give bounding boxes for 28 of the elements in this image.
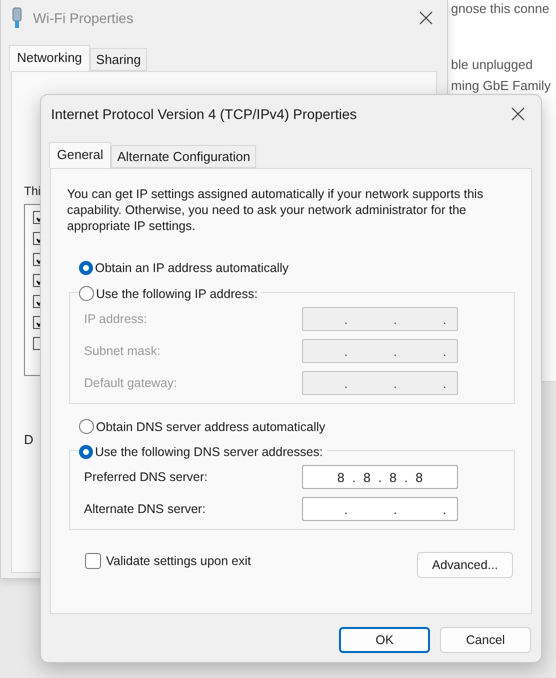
field-label: Preferred DNS server:: [84, 470, 209, 484]
status-text: ming GbE Family: [451, 78, 552, 94]
field-label: IP address:: [84, 312, 148, 326]
window-title: Wi-Fi Properties: [33, 10, 134, 26]
status-text: ble unplugged: [451, 57, 534, 73]
ip-address-field[interactable]: . . .: [302, 497, 458, 521]
validate-checkbox[interactable]: Validate settings upon exit: [85, 553, 252, 569]
description-text: You can get IP settings assigned automatically if your network supports this capability. Otherwise, you need to ask your network administrator for the appropriate IP settings.: [67, 186, 484, 234]
dialog-title: Internet Protocol Version 4 (TCP/IPv4) Properties: [51, 106, 358, 122]
list-heading: Thi: [24, 184, 41, 198]
tab[interactable]: Networking: [9, 45, 90, 71]
tab[interactable]: Sharing: [90, 48, 147, 71]
dialog-button[interactable]: Cancel: [440, 627, 531, 653]
close-icon[interactable]: [511, 107, 525, 121]
tab[interactable]: Alternate Configuration: [111, 145, 256, 168]
radio-option[interactable]: Use the following IP address:: [79, 286, 262, 301]
tab[interactable]: General: [49, 142, 112, 168]
dialog-button[interactable]: OK: [339, 627, 430, 653]
close-icon[interactable]: [419, 11, 433, 25]
status-text: gnose this conne: [451, 1, 550, 17]
adapter-icon: [11, 7, 23, 29]
advanced-button[interactable]: Advanced...: [416, 552, 513, 578]
field-label: Alternate DNS server:: [84, 502, 207, 516]
field-label: Default gateway:: [84, 376, 178, 390]
field-label: Subnet mask:: [84, 344, 162, 358]
radio-option[interactable]: Use the following DNS server addresses:: [79, 445, 327, 459]
group-label: D: [24, 432, 34, 447]
ip-address-field[interactable]: 8 . 8 . 8 . 8: [302, 465, 458, 489]
